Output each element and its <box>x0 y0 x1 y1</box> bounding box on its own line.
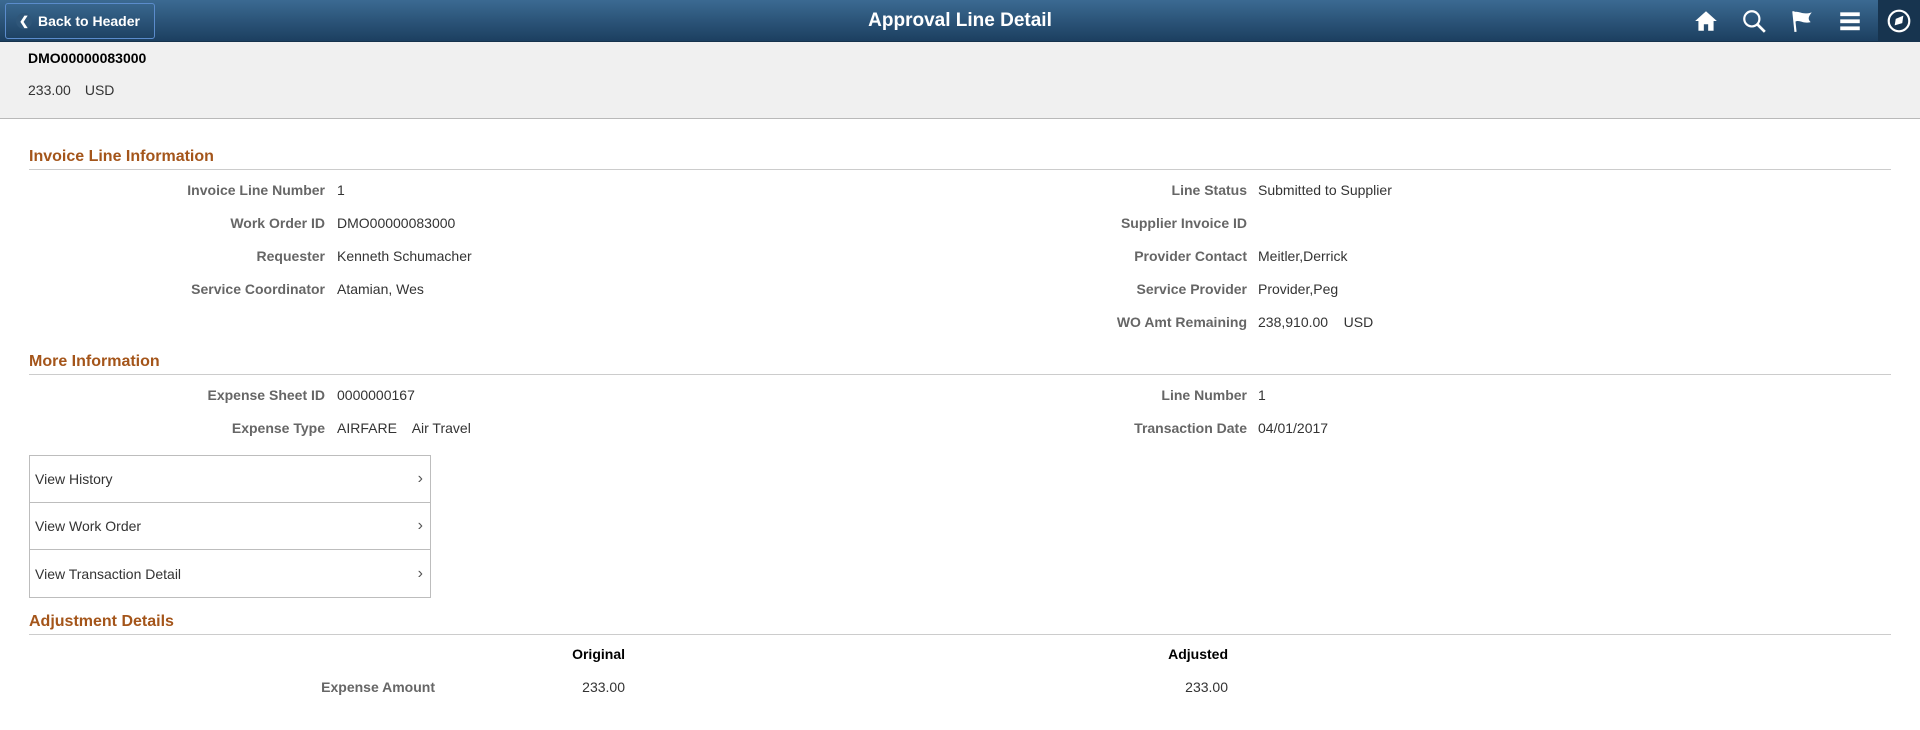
field-label: Line Status <box>1171 182 1247 198</box>
banner-actions <box>1682 0 1920 42</box>
field-service-provider: Service Provider Provider,Peg <box>0 279 1338 299</box>
navbar-icon[interactable] <box>1878 0 1920 42</box>
section-title-invoice-line: Invoice Line Information <box>29 148 214 165</box>
field-value: Meitler,Derrick <box>1258 248 1348 264</box>
menu-icon[interactable] <box>1826 0 1874 42</box>
field-supplier-invoice-id: Supplier Invoice ID <box>0 213 1258 233</box>
summary-amount-value: 233.00 <box>28 82 71 98</box>
summary-band: DMO00000083000 233.00 USD <box>0 42 1920 119</box>
field-line-number: Line Number 1 <box>0 385 1266 405</box>
field-label: Transaction Date <box>1134 420 1247 436</box>
summary-amount: 233.00 USD <box>28 82 114 98</box>
related-actions-list: View History › View Work Order › View Tr… <box>29 455 431 598</box>
chevron-right-icon: › <box>417 517 423 534</box>
field-value: 238,910.00 USD <box>1258 314 1374 330</box>
field-label: Provider Contact <box>1134 248 1247 264</box>
section-title-more-information: More Information <box>29 353 160 370</box>
field-value: Provider,Peg <box>1258 281 1339 297</box>
field-value: 1 <box>1258 387 1266 403</box>
section-divider <box>29 169 1891 170</box>
field-label: WO Amt Remaining <box>1116 314 1247 330</box>
field-wo-amt-remaining: WO Amt Remaining 238,910.00 USD <box>0 312 1373 332</box>
field-line-status: Line Status Submitted to Supplier <box>0 180 1392 200</box>
summary-work-order-id: DMO00000083000 <box>28 50 147 66</box>
view-history-link[interactable]: View History › <box>30 456 430 503</box>
home-icon[interactable] <box>1682 0 1730 42</box>
link-label: View Transaction Detail <box>35 565 182 582</box>
back-button-label: Back to Header <box>38 13 140 29</box>
section-divider <box>29 374 1891 375</box>
summary-currency: USD <box>84 82 115 98</box>
flag-icon[interactable] <box>1778 0 1826 42</box>
chevron-right-icon: › <box>417 470 423 487</box>
section-title-adjustment-details: Adjustment Details <box>29 613 174 630</box>
column-header-adjusted: Adjusted <box>1168 646 1228 662</box>
page-title: Approval Line Detail <box>868 10 1052 31</box>
search-icon[interactable] <box>1730 0 1778 42</box>
adjustment-row-label: Expense Amount <box>321 679 435 695</box>
field-value: 04/01/2017 <box>1258 420 1329 436</box>
chevron-right-icon: › <box>417 564 423 582</box>
view-transaction-detail-link[interactable]: View Transaction Detail › <box>30 550 430 597</box>
section-divider <box>29 634 1891 635</box>
field-label: Line Number <box>1161 387 1247 403</box>
column-header-original: Original <box>572 646 625 662</box>
field-label: Supplier Invoice ID <box>1120 215 1247 231</box>
adjustment-original-value: 233.00 <box>582 679 625 695</box>
field-value: Submitted to Supplier <box>1258 182 1392 198</box>
field-transaction-date: Transaction Date 04/01/2017 <box>0 418 1328 438</box>
link-label: View History <box>35 471 113 487</box>
link-label: View Work Order <box>35 518 142 534</box>
field-label: Service Provider <box>1136 281 1247 297</box>
view-work-order-link[interactable]: View Work Order › <box>30 503 430 550</box>
back-to-header-button[interactable]: ❮ Back to Header <box>5 3 155 39</box>
top-banner: ❮ Back to Header Approval Line Detail <box>0 0 1920 42</box>
chevron-left-icon: ❮ <box>16 13 32 29</box>
adjustment-adjusted-value: 233.00 <box>1185 679 1228 695</box>
field-provider-contact: Provider Contact Meitler,Derrick <box>0 246 1347 266</box>
